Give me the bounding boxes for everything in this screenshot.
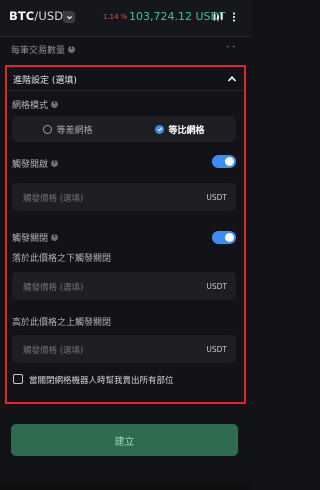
chevron-down-icon xyxy=(66,15,72,19)
pair-base: BTC xyxy=(9,9,35,23)
trigger-close-above-input[interactable]: 觸發價格 (選填) USDT xyxy=(12,335,236,363)
trigger-close-label-text: 觸發關閉 xyxy=(12,234,49,244)
grid-mode-label-text: 網格模式 xyxy=(12,101,49,111)
quantity-label: 每筆交易數量 xyxy=(11,43,76,56)
grid-mode-geometric-option[interactable]: 等比網格 xyxy=(124,116,236,142)
trigger-close-label: 觸發關閉 xyxy=(12,231,59,244)
trigger-open-price-input[interactable]: 觸發價格 (選填) USDT xyxy=(12,183,236,211)
candlestick-chart-icon[interactable] xyxy=(212,11,224,23)
sell-all-label[interactable]: 當關閉網格機器人時幫我賣出所有部位 xyxy=(29,374,174,386)
trigger-close-above-label: 高於此價格之上觸發關閉 xyxy=(12,318,112,328)
check-circle-icon xyxy=(155,124,165,134)
trigger-close-toggle[interactable] xyxy=(212,231,236,244)
header-divider xyxy=(0,36,251,37)
trading-pair[interactable]: BTC/USDT xyxy=(9,9,70,23)
trigger-close-above-placeholder: 觸發價格 (選填) xyxy=(23,346,84,356)
trigger-open-toggle[interactable] xyxy=(212,155,236,168)
create-button[interactable]: 建立 xyxy=(11,424,238,456)
trigger-close-above-unit: USDT xyxy=(206,345,227,354)
trigger-open-unit: USDT xyxy=(206,193,227,202)
trigger-close-below-placeholder: 觸發價格 (選填) xyxy=(23,283,84,293)
trigger-open-label: 觸發開啟 xyxy=(12,157,59,170)
trigger-open-label-text: 觸發開啟 xyxy=(12,160,49,170)
grid-mode-selector: 等差網格 等比網格 xyxy=(12,116,236,142)
trigger-close-below-label: 落於此價格之下觸發關閉 xyxy=(12,254,112,264)
grid-mode-arithmetic-option[interactable]: 等差網格 xyxy=(12,116,124,142)
info-icon[interactable] xyxy=(51,159,59,167)
more-options-icon[interactable] xyxy=(228,11,240,23)
bottom-bar xyxy=(0,482,251,490)
grid-mode-geometric-label: 等比網格 xyxy=(168,125,205,136)
grid-mode-label: 網格模式 xyxy=(12,98,59,111)
pair-dropdown-button[interactable] xyxy=(63,11,75,23)
trigger-open-placeholder: 觸發價格 (選填) xyxy=(23,194,84,204)
top-icons xyxy=(212,10,242,24)
panel-divider xyxy=(7,90,244,91)
sell-all-checkbox[interactable] xyxy=(13,374,23,384)
quantity-value: - - xyxy=(226,42,236,52)
advanced-settings-panel: 進階設定 (選填) 網格模式 等差網格 等比網格 觸發開啟 觸發價格 (選填) … xyxy=(5,65,246,404)
quantity-label-text: 每筆交易數量 xyxy=(11,46,66,56)
info-icon[interactable] xyxy=(51,233,59,241)
chevron-up-icon[interactable] xyxy=(227,75,237,83)
radio-unselected-icon xyxy=(43,124,53,134)
grid-mode-arithmetic-label: 等差網格 xyxy=(56,125,93,136)
trigger-close-below-unit: USDT xyxy=(206,282,227,291)
info-icon[interactable] xyxy=(51,100,59,108)
trigger-close-below-input[interactable]: 觸發價格 (選填) USDT xyxy=(12,272,236,300)
info-icon[interactable] xyxy=(68,45,76,53)
price-change: 1.14 % xyxy=(103,13,128,21)
advanced-settings-title: 進階設定 (選填) xyxy=(13,76,77,86)
